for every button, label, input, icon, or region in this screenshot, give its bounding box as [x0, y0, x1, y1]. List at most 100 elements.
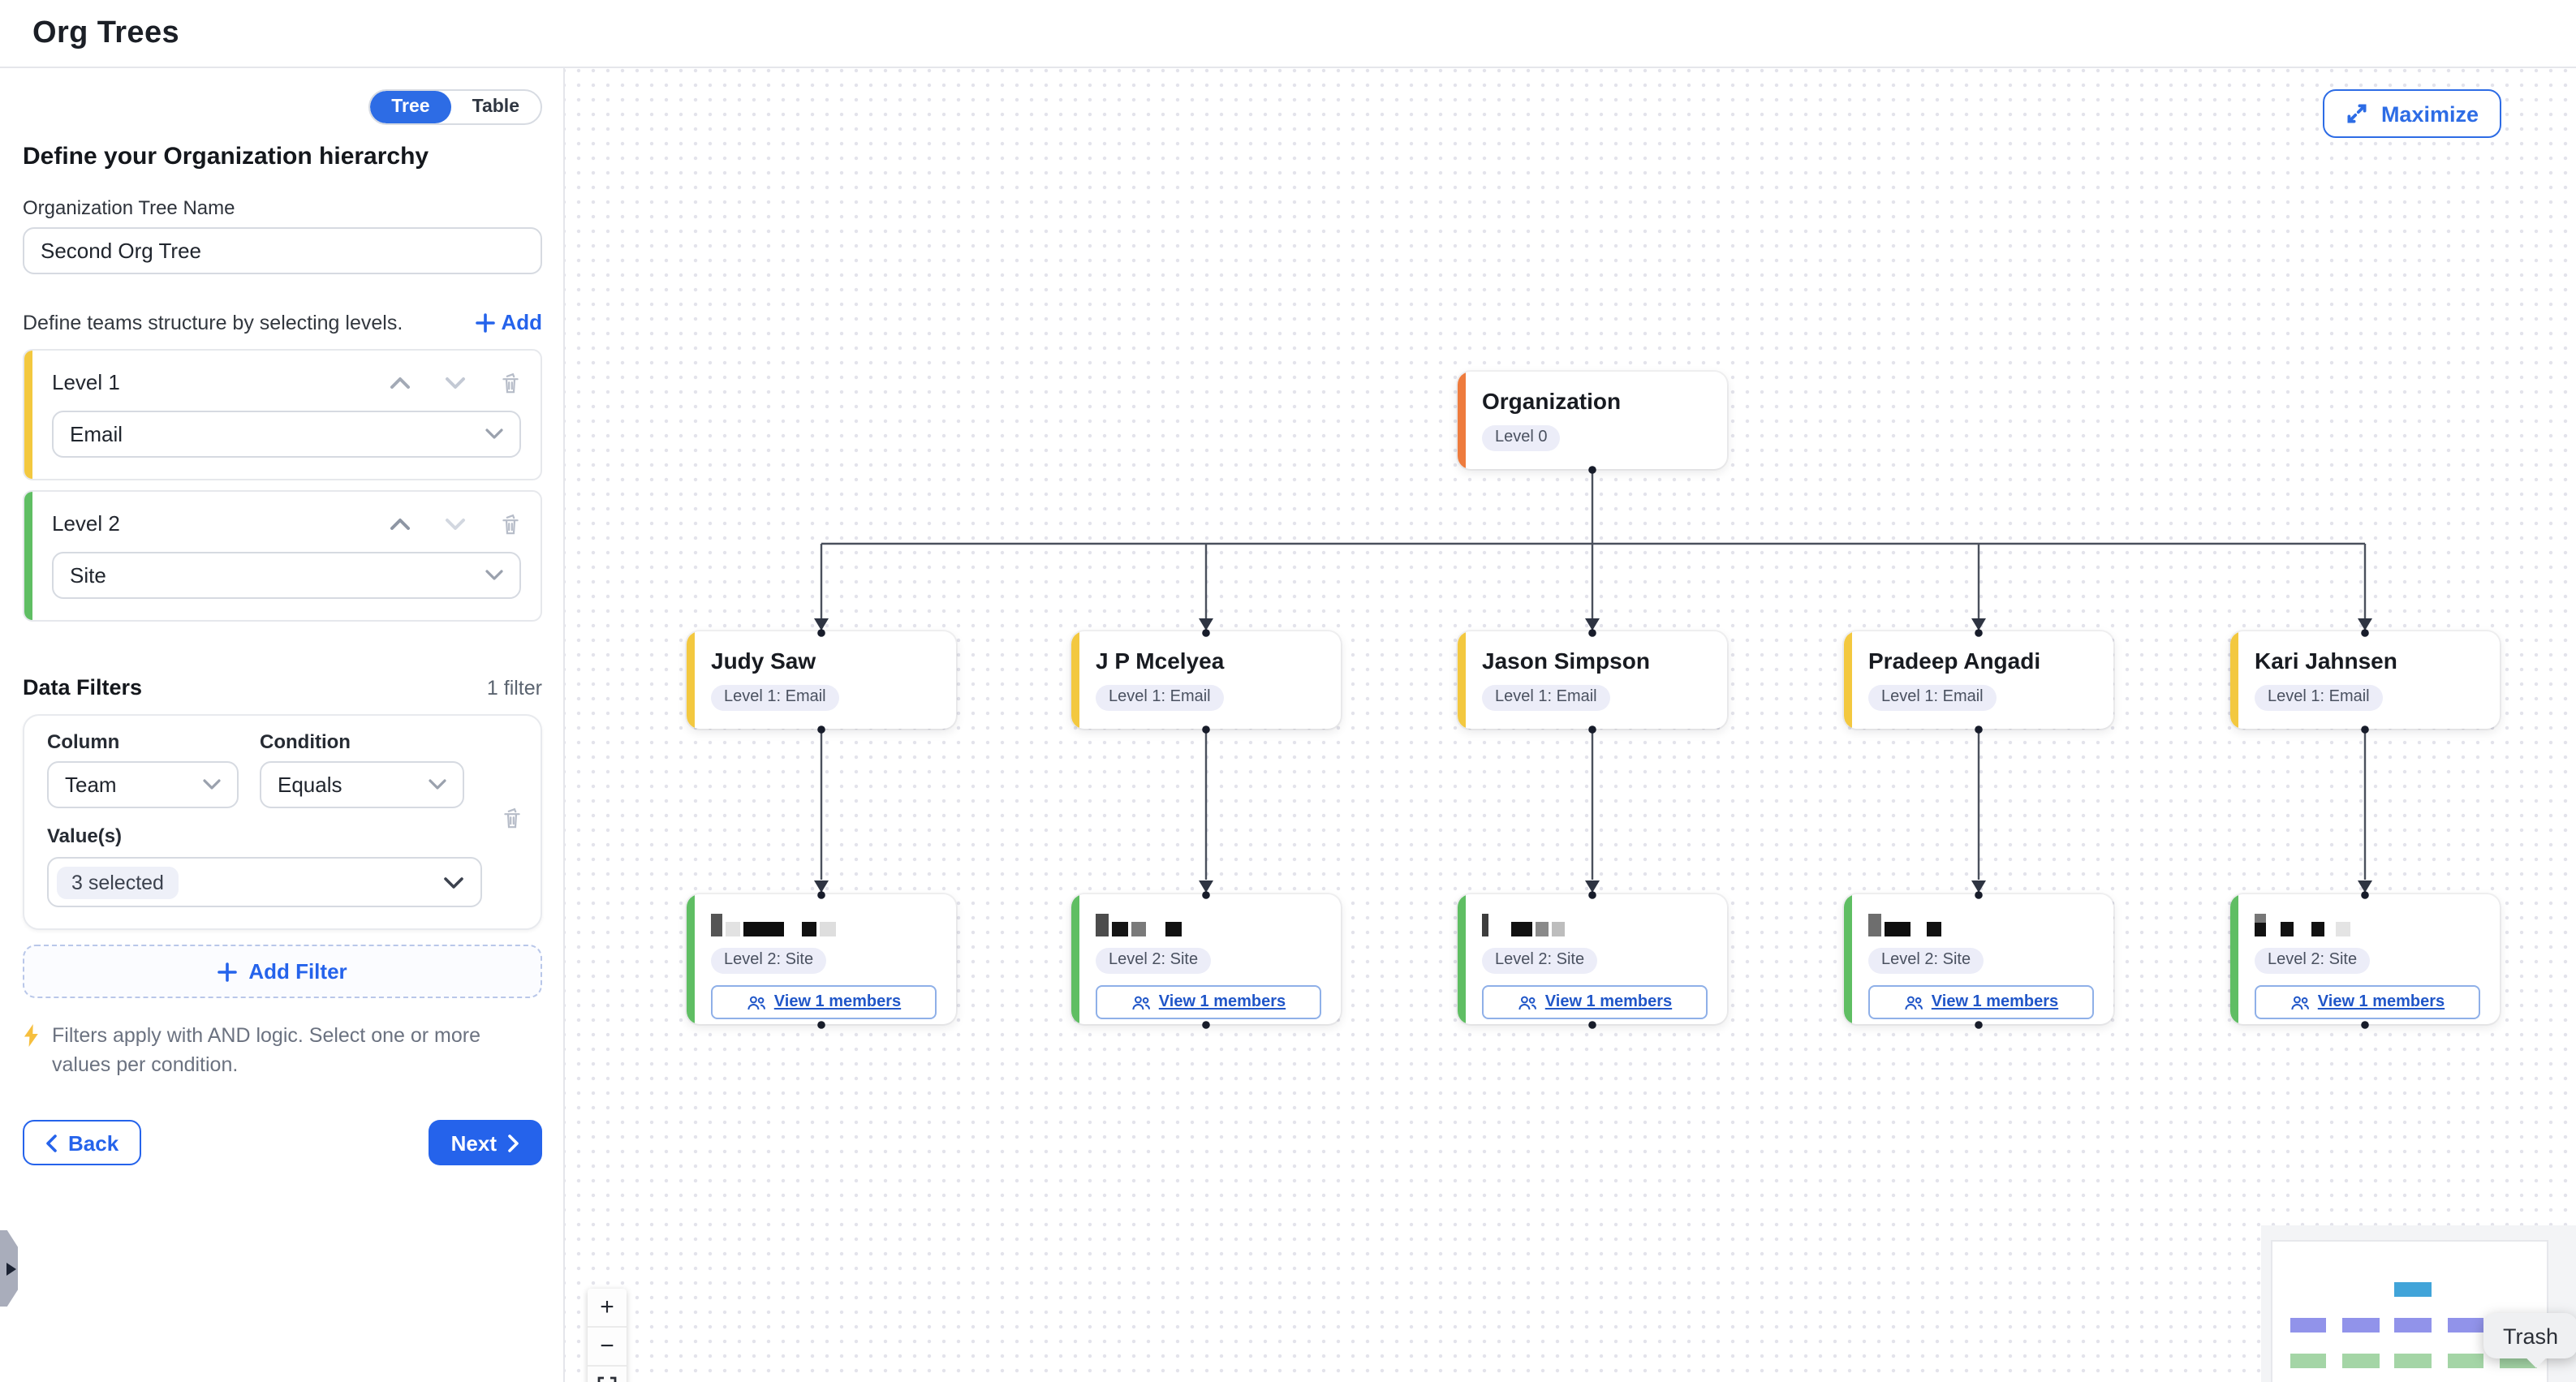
tree-table-toggle: Tree Table	[368, 89, 542, 125]
org-node-level2-4[interactable]: Level 2: Site View 1 members	[1844, 894, 2113, 1024]
node-title: Judy Saw	[711, 648, 937, 674]
data-filters-title: Data Filters	[23, 675, 142, 700]
zoom-controls: + −	[588, 1289, 627, 1382]
maximize-button[interactable]: Maximize	[2323, 89, 2501, 138]
org-node-root[interactable]: Organization Level 0	[1458, 372, 1727, 469]
chevron-down-icon	[485, 428, 503, 440]
trash-tooltip: Trash	[2483, 1313, 2576, 1358]
view-toggle: Tree Table	[23, 89, 542, 125]
level-card-2: Level 2 Site	[23, 490, 542, 622]
back-button[interactable]: Back	[23, 1121, 141, 1166]
chevron-up-icon	[390, 376, 411, 389]
node-level-badge: Level 2: Site	[1482, 948, 1597, 974]
next-button[interactable]: Next	[429, 1121, 542, 1166]
node-title: Pradeep Angadi	[1868, 648, 2094, 674]
org-node-level1-3[interactable]: Jason Simpson Level 1: Email	[1458, 631, 1727, 729]
fit-view-icon	[597, 1376, 617, 1382]
redacted-name	[2255, 914, 2480, 936]
node-level-badge: Level 1: Email	[711, 685, 839, 711]
level2-accent-bar	[24, 492, 32, 620]
lightning-icon	[23, 1024, 41, 1047]
plus-icon	[218, 962, 237, 981]
tree-name-input[interactable]	[23, 227, 542, 274]
redacted-name	[1868, 914, 2094, 936]
plus-icon	[475, 312, 494, 332]
chevron-right-icon	[508, 1134, 519, 1152]
org-node-level2-3[interactable]: Level 2: Site View 1 members	[1458, 894, 1727, 1024]
node-title: Organization	[1482, 388, 1708, 414]
toggle-table-button[interactable]: Table	[451, 91, 541, 123]
filter-delete-button[interactable]	[502, 807, 523, 829]
org-node-level1-2[interactable]: J P Mcelyea Level 1: Email	[1071, 631, 1341, 729]
org-node-level2-1[interactable]: Level 2: Site View 1 members	[687, 894, 956, 1024]
chevron-down-icon	[485, 570, 503, 581]
org-node-level2-5[interactable]: Level 2: Site View 1 members	[2230, 894, 2500, 1024]
node-accent-bar	[2230, 894, 2238, 1024]
redacted-name	[1096, 914, 1321, 936]
redacted-name	[1482, 914, 1708, 936]
members-icon	[747, 994, 766, 1010]
level1-field-select[interactable]: Email	[52, 411, 521, 458]
view-members-button[interactable]: View 1 members	[1482, 985, 1708, 1019]
chevron-up-icon	[390, 517, 411, 530]
level2-move-up-button[interactable]	[390, 517, 411, 530]
org-node-level1-4[interactable]: Pradeep Angadi Level 1: Email	[1844, 631, 2113, 729]
filter-values-select[interactable]: 3 selected	[47, 857, 482, 907]
column-label: Column	[47, 730, 239, 753]
minimap-level2-node	[2342, 1354, 2379, 1367]
trash-icon	[502, 807, 523, 829]
condition-label: Condition	[260, 730, 464, 753]
add-level-button[interactable]: Add	[475, 310, 542, 334]
level1-move-up-button[interactable]	[390, 376, 411, 389]
minimap-level1-node	[2342, 1318, 2379, 1332]
redacted-name	[711, 914, 937, 936]
filter-card: Column Team Condition Equals	[23, 714, 542, 930]
view-members-button[interactable]: View 1 members	[711, 985, 937, 1019]
caret-right-icon	[6, 1262, 15, 1275]
org-chart-canvas[interactable]: Maximize Organization Level 0 Judy Saw L…	[565, 68, 2576, 1382]
filter-condition-select[interactable]: Equals	[260, 761, 464, 808]
add-filter-button[interactable]: Add Filter	[23, 945, 542, 998]
level1-label: Level 1	[52, 370, 120, 394]
org-node-level1-5[interactable]: Kari Jahnsen Level 1: Email	[2230, 631, 2500, 729]
node-level-badge: Level 1: Email	[1096, 685, 1224, 711]
fit-view-button[interactable]	[588, 1367, 627, 1382]
chevron-down-icon	[443, 876, 464, 889]
minimap-level1-node	[2447, 1318, 2483, 1332]
view-members-button[interactable]: View 1 members	[2255, 985, 2480, 1019]
view-members-button[interactable]: View 1 members	[1096, 985, 1321, 1019]
chevron-down-icon	[445, 376, 466, 389]
org-node-level1-1[interactable]: Judy Saw Level 1: Email	[687, 631, 956, 729]
page-title: Org Trees	[32, 15, 179, 51]
level1-accent-bar	[24, 351, 32, 479]
node-accent-bar	[2230, 631, 2238, 729]
level1-delete-button[interactable]	[500, 371, 521, 394]
minimap-panel	[2271, 1239, 2548, 1382]
zoom-in-button[interactable]: +	[588, 1289, 627, 1328]
level2-move-down-button[interactable]	[445, 517, 466, 530]
level2-field-select[interactable]: Site	[52, 552, 521, 599]
node-level-badge: Level 2: Site	[2255, 948, 2370, 974]
node-level-badge: Level 1: Email	[1868, 685, 1997, 711]
zoom-out-button[interactable]: −	[588, 1328, 627, 1367]
org-node-level2-2[interactable]: Level 2: Site View 1 members	[1071, 894, 1341, 1024]
chevron-down-icon	[429, 779, 446, 790]
level1-move-down-button[interactable]	[445, 376, 466, 389]
minimap-level2-node	[2290, 1354, 2326, 1367]
minimap-level1-node	[2394, 1318, 2431, 1332]
node-level-badge: Level 2: Site	[1868, 948, 1984, 974]
filter-column-select[interactable]: Team	[47, 761, 239, 808]
toggle-tree-button[interactable]: Tree	[370, 91, 450, 123]
chevron-down-icon	[203, 779, 221, 790]
members-icon	[1131, 994, 1151, 1010]
level2-delete-button[interactable]	[500, 512, 521, 535]
levels-hint: Define teams structure by selecting leve…	[23, 311, 403, 334]
selected-values-chip: 3 selected	[57, 866, 179, 898]
minimap-level1-node	[2290, 1318, 2326, 1332]
node-accent-bar	[687, 894, 695, 1024]
node-accent-bar	[1844, 631, 1852, 729]
view-members-button[interactable]: View 1 members	[1868, 985, 2094, 1019]
org-trees-app: Org Trees Tree Table Define your Organiz…	[0, 0, 2576, 1382]
chevron-down-icon	[445, 517, 466, 530]
members-icon	[1904, 994, 1923, 1010]
